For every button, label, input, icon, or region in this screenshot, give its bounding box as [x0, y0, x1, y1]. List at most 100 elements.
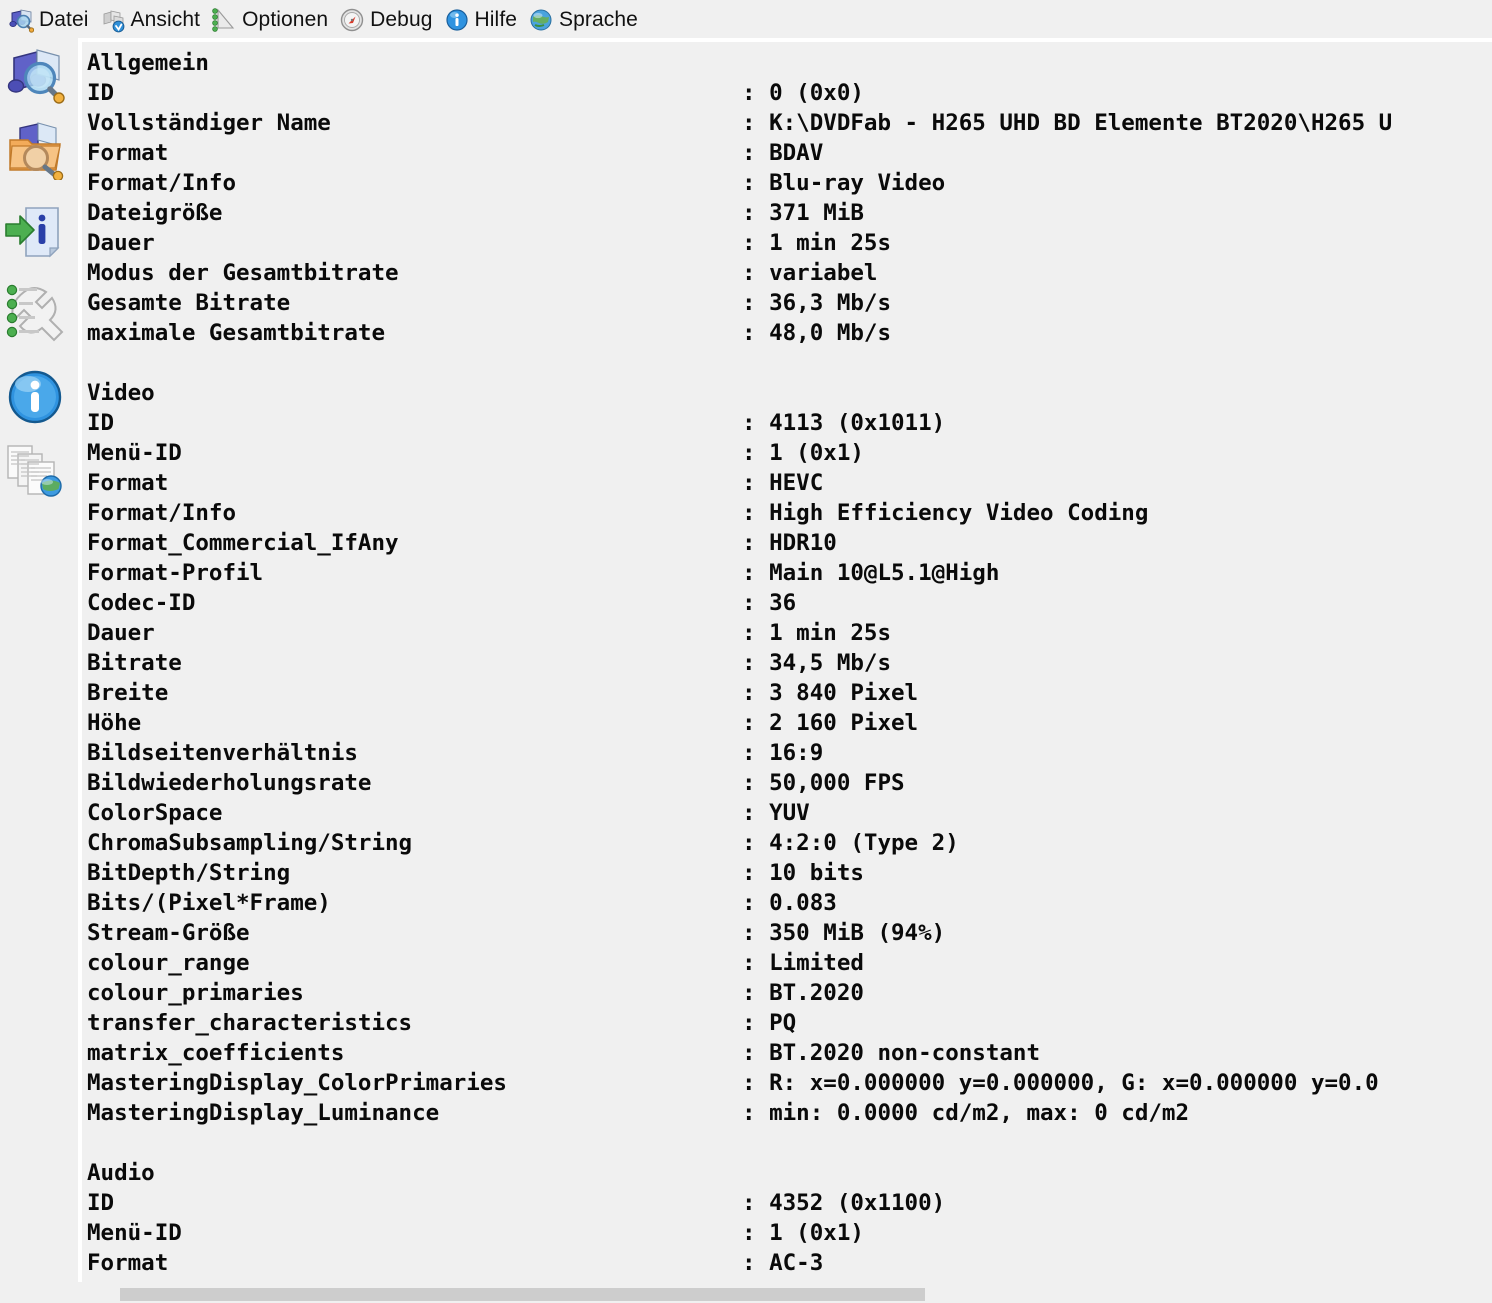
- report-row-value: : Main 10@L5.1@High: [742, 560, 1000, 586]
- report-row: ID: 0 (0x0): [87, 78, 1492, 108]
- report-row-value: : 2 160 Pixel: [742, 710, 919, 736]
- report-row-key: Format: [87, 470, 169, 496]
- report-row: Höhe: 2 160 Pixel: [87, 708, 1492, 738]
- view-mode-sidebar: [0, 40, 78, 1303]
- report-row-key: Breite: [87, 680, 169, 706]
- view-tree-icon: [4, 366, 66, 428]
- sidebar-item-view-html[interactable]: [4, 440, 66, 502]
- view-sheet-icon: [4, 118, 66, 180]
- report-row-value: : K:\DVDFab - H265 UHD BD Elemente BT202…: [742, 110, 1393, 136]
- report-row-value: : PQ: [742, 1010, 797, 1036]
- report-row: matrix_coefficients: BT.2020 non-constan…: [87, 1038, 1492, 1068]
- report-row-key: Format: [87, 140, 169, 166]
- report-row-value: : 0.083: [742, 890, 837, 916]
- section-title-text: Audio: [87, 1160, 155, 1186]
- report-row-key: Dauer: [87, 620, 155, 646]
- report-row: Menü-ID: 1 (0x1): [87, 1218, 1492, 1248]
- report-row-value: : BDAV: [742, 140, 824, 166]
- report-row-value: : 36,3 Mb/s: [742, 290, 892, 316]
- report-row-value: : 36: [742, 590, 797, 616]
- report-row-key: Modus der Gesamtbitrate: [87, 260, 399, 286]
- report-row-value: : AC-3: [742, 1250, 824, 1276]
- scrollbar-thumb[interactable]: [120, 1288, 925, 1301]
- report-row-key: Format/Info: [87, 170, 237, 196]
- report-row: Dateigröße : 371 MiB: [87, 198, 1492, 228]
- menu-item-label: Hilfe: [474, 8, 518, 31]
- report-row-key: colour_range: [87, 950, 250, 976]
- menu-item-optionen[interactable]: Optionen: [209, 3, 337, 37]
- menu-item-label: Debug: [370, 8, 433, 31]
- report-row-value: : High Efficiency Video Coding: [742, 500, 1149, 526]
- report-row-value: : HDR10: [742, 530, 837, 556]
- report-row-key: Dateigröße: [87, 200, 223, 226]
- view-html-icon: [4, 440, 66, 502]
- menu-item-debug[interactable]: Debug: [337, 3, 441, 37]
- sidebar-item-view-sheet[interactable]: [4, 118, 66, 180]
- report-row: maximale Gesamtbitrate: 48,0 Mb/s: [87, 318, 1492, 348]
- menu-bar: Datei Ansicht Optionen Debug Hilfe Sprac…: [0, 0, 1492, 40]
- menu-item-label: Sprache: [559, 8, 638, 31]
- report-row: Stream-Größe: 350 MiB (94%): [87, 918, 1492, 948]
- report-row: transfer_characteristics : PQ: [87, 1008, 1492, 1038]
- report-row-value: : 4352 (0x1100): [742, 1190, 946, 1216]
- report-row-key: MasteringDisplay_ColorPrimaries: [87, 1070, 507, 1096]
- report-row: Bildwiederholungsrate: 50,000 FPS: [87, 768, 1492, 798]
- horizontal-scrollbar[interactable]: [82, 1288, 1492, 1303]
- menu-item-label: Optionen: [242, 8, 329, 31]
- report-row: colour_primaries: BT.2020: [87, 978, 1492, 1008]
- report-row-value: : 4:2:0 (Type 2): [742, 830, 959, 856]
- sidebar-item-view-tree[interactable]: [4, 366, 66, 428]
- report-row-key: ID: [87, 410, 115, 436]
- sidebar-item-view-export[interactable]: [4, 200, 66, 262]
- menu-item-label: Ansicht: [130, 8, 201, 31]
- report-row-value: : variabel: [742, 260, 878, 286]
- report-row: BitDepth/String: 10 bits: [87, 858, 1492, 888]
- report-row: Format-Profil : Main 10@L5.1@High: [87, 558, 1492, 588]
- report-row-key: Bildseitenverhältnis: [87, 740, 358, 766]
- view-refresh-icon: [100, 7, 126, 33]
- report-row-key: ID: [87, 1190, 115, 1216]
- report-row-value: : R: x=0.000000 y=0.000000, G: x=0.00000…: [742, 1070, 1379, 1096]
- report-row-key: Bits/(Pixel*Frame): [87, 890, 331, 916]
- menu-item-ansicht[interactable]: Ansicht: [98, 3, 210, 37]
- report-spacer: [87, 348, 1492, 378]
- report-row: Dauer: 1 min 25s: [87, 618, 1492, 648]
- report-row: Vollständiger Name : K:\DVDFab - H265 UHD…: [87, 108, 1492, 138]
- report-row: Format/Info: High Efficiency Video Codin…: [87, 498, 1492, 528]
- report-row: Codec-ID: 36: [87, 588, 1492, 618]
- report-pane[interactable]: Allgemein ID: 0 (0x0) Vollständiger Name : …: [78, 38, 1492, 1282]
- scrollbar-track[interactable]: [82, 1288, 1492, 1303]
- report-row: Bitrate: 34,5 Mb/s: [87, 648, 1492, 678]
- report-section-title: Video: [87, 378, 1492, 408]
- view-custom-icon: [4, 280, 66, 342]
- report-row: Bildseitenverhältnis: 16:9: [87, 738, 1492, 768]
- report-row-key: Format: [87, 1250, 169, 1276]
- report-row-value: : Limited: [742, 950, 864, 976]
- report-row-key: Vollständiger Name: [87, 110, 331, 136]
- report-row-key: colour_primaries: [87, 980, 304, 1006]
- section-title-text: Allgemein: [87, 50, 209, 76]
- report-row: MasteringDisplay_Luminance: min: 0.0000 …: [87, 1098, 1492, 1128]
- report-row-value: : 10 bits: [742, 860, 864, 886]
- report-row-key: Format-Profil: [87, 560, 264, 586]
- report-row-key: ID: [87, 80, 115, 106]
- report-section-title: Allgemein: [87, 48, 1492, 78]
- sidebar-item-view-easy[interactable]: [4, 44, 66, 106]
- report-row-value: : 350 MiB (94%): [742, 920, 946, 946]
- menu-item-hilfe[interactable]: Hilfe: [442, 3, 527, 37]
- report-row-key: maximale Gesamtbitrate: [87, 320, 386, 346]
- report-row-value: : 371 MiB: [742, 200, 864, 226]
- menu-item-datei[interactable]: Datei: [6, 3, 98, 37]
- report-row: ID : 4352 (0x1100): [87, 1188, 1492, 1218]
- report-row: Format_Commercial_IfAny : HDR10: [87, 528, 1492, 558]
- menu-item-sprache[interactable]: Sprache: [526, 3, 647, 37]
- report-row: Dauer: 1 min 25s: [87, 228, 1492, 258]
- sidebar-item-view-custom[interactable]: [4, 280, 66, 342]
- report-row-key: transfer_characteristics: [87, 1010, 413, 1036]
- report-row-value: : 1 (0x1): [742, 440, 864, 466]
- report-section-title: Audio: [87, 1158, 1492, 1188]
- report-row-value: : HEVC: [742, 470, 824, 496]
- report-row: Breite: 3 840 Pixel: [87, 678, 1492, 708]
- report-row-key: Menü-ID: [87, 1220, 182, 1246]
- report-row-key: Format_Commercial_IfAny: [87, 530, 399, 556]
